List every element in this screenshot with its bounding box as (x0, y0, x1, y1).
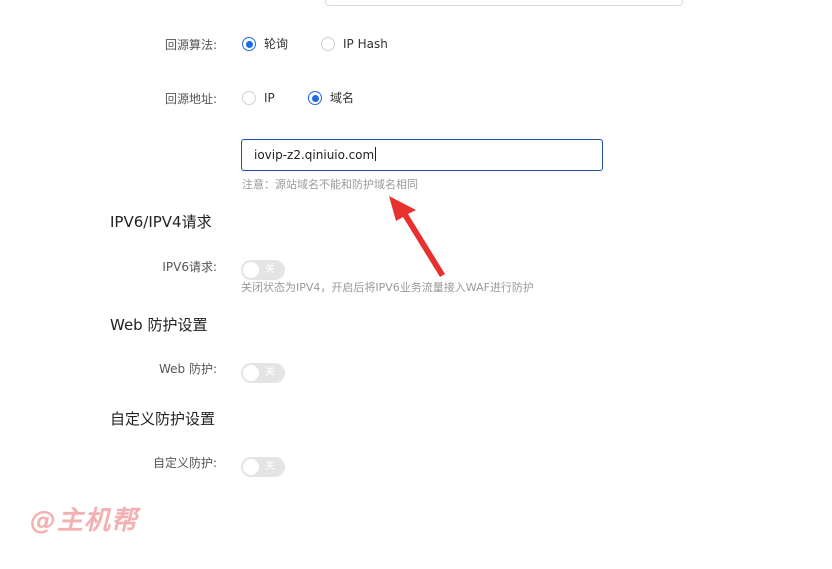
ipv6-section-title: IPV6/IPV4请求 (110, 213, 212, 231)
radio-round-robin[interactable]: 轮询 (242, 36, 288, 52)
custom-protection-label: 自定义防护: (152, 456, 217, 470)
radio-ip[interactable]: IP (242, 90, 275, 106)
radio-round-robin-label: 轮询 (264, 37, 289, 51)
custom-protection-toggle[interactable]: 关 (241, 457, 285, 477)
web-protection-label: Web 防护: (158, 362, 217, 376)
origin-domain-value: iovip-z2.qiniuio.com (254, 148, 375, 162)
ipv6-toggle[interactable]: 关 (241, 260, 285, 280)
custom-section-title: 自定义防护设置 (110, 410, 216, 428)
custom-protection-toggle-knob (243, 459, 259, 475)
ipv6-toggle-text: 关 (265, 264, 275, 275)
origin-address-label: 回源地址: (164, 92, 217, 106)
web-protection-toggle-knob (243, 365, 259, 381)
radio-domain[interactable]: 域名 (308, 90, 354, 106)
origin-domain-input[interactable]: iovip-z2.qiniuio.com (241, 139, 603, 171)
ipv6-request-label: IPV6请求: (162, 260, 217, 274)
annotation-arrow-icon (389, 196, 445, 277)
radio-ip-hash-circle (321, 37, 335, 51)
previous-field-edge (325, 0, 683, 6)
custom-protection-toggle-text: 关 (265, 461, 275, 472)
radio-round-robin-circle (242, 37, 256, 51)
web-protection-toggle[interactable]: 关 (241, 363, 285, 383)
ipv6-toggle-knob (243, 262, 259, 278)
web-section-title: Web 防护设置 (110, 316, 208, 334)
radio-ip-label: IP (264, 91, 275, 105)
radio-ip-hash-label: IP Hash (343, 37, 388, 51)
radio-ip-hash[interactable]: IP Hash (321, 36, 388, 52)
radio-domain-circle (308, 91, 322, 105)
radio-ip-circle (242, 91, 256, 105)
radio-domain-label: 域名 (330, 91, 355, 105)
watermark-logo: @主机帮 (30, 506, 139, 536)
text-caret (375, 147, 377, 161)
ipv6-hint: 关闭状态为IPV4，开启后将IPV6业务流量接入WAF进行防护 (241, 281, 534, 294)
origin-algorithm-label: 回源算法: (164, 38, 217, 52)
web-protection-toggle-text: 关 (265, 367, 275, 378)
